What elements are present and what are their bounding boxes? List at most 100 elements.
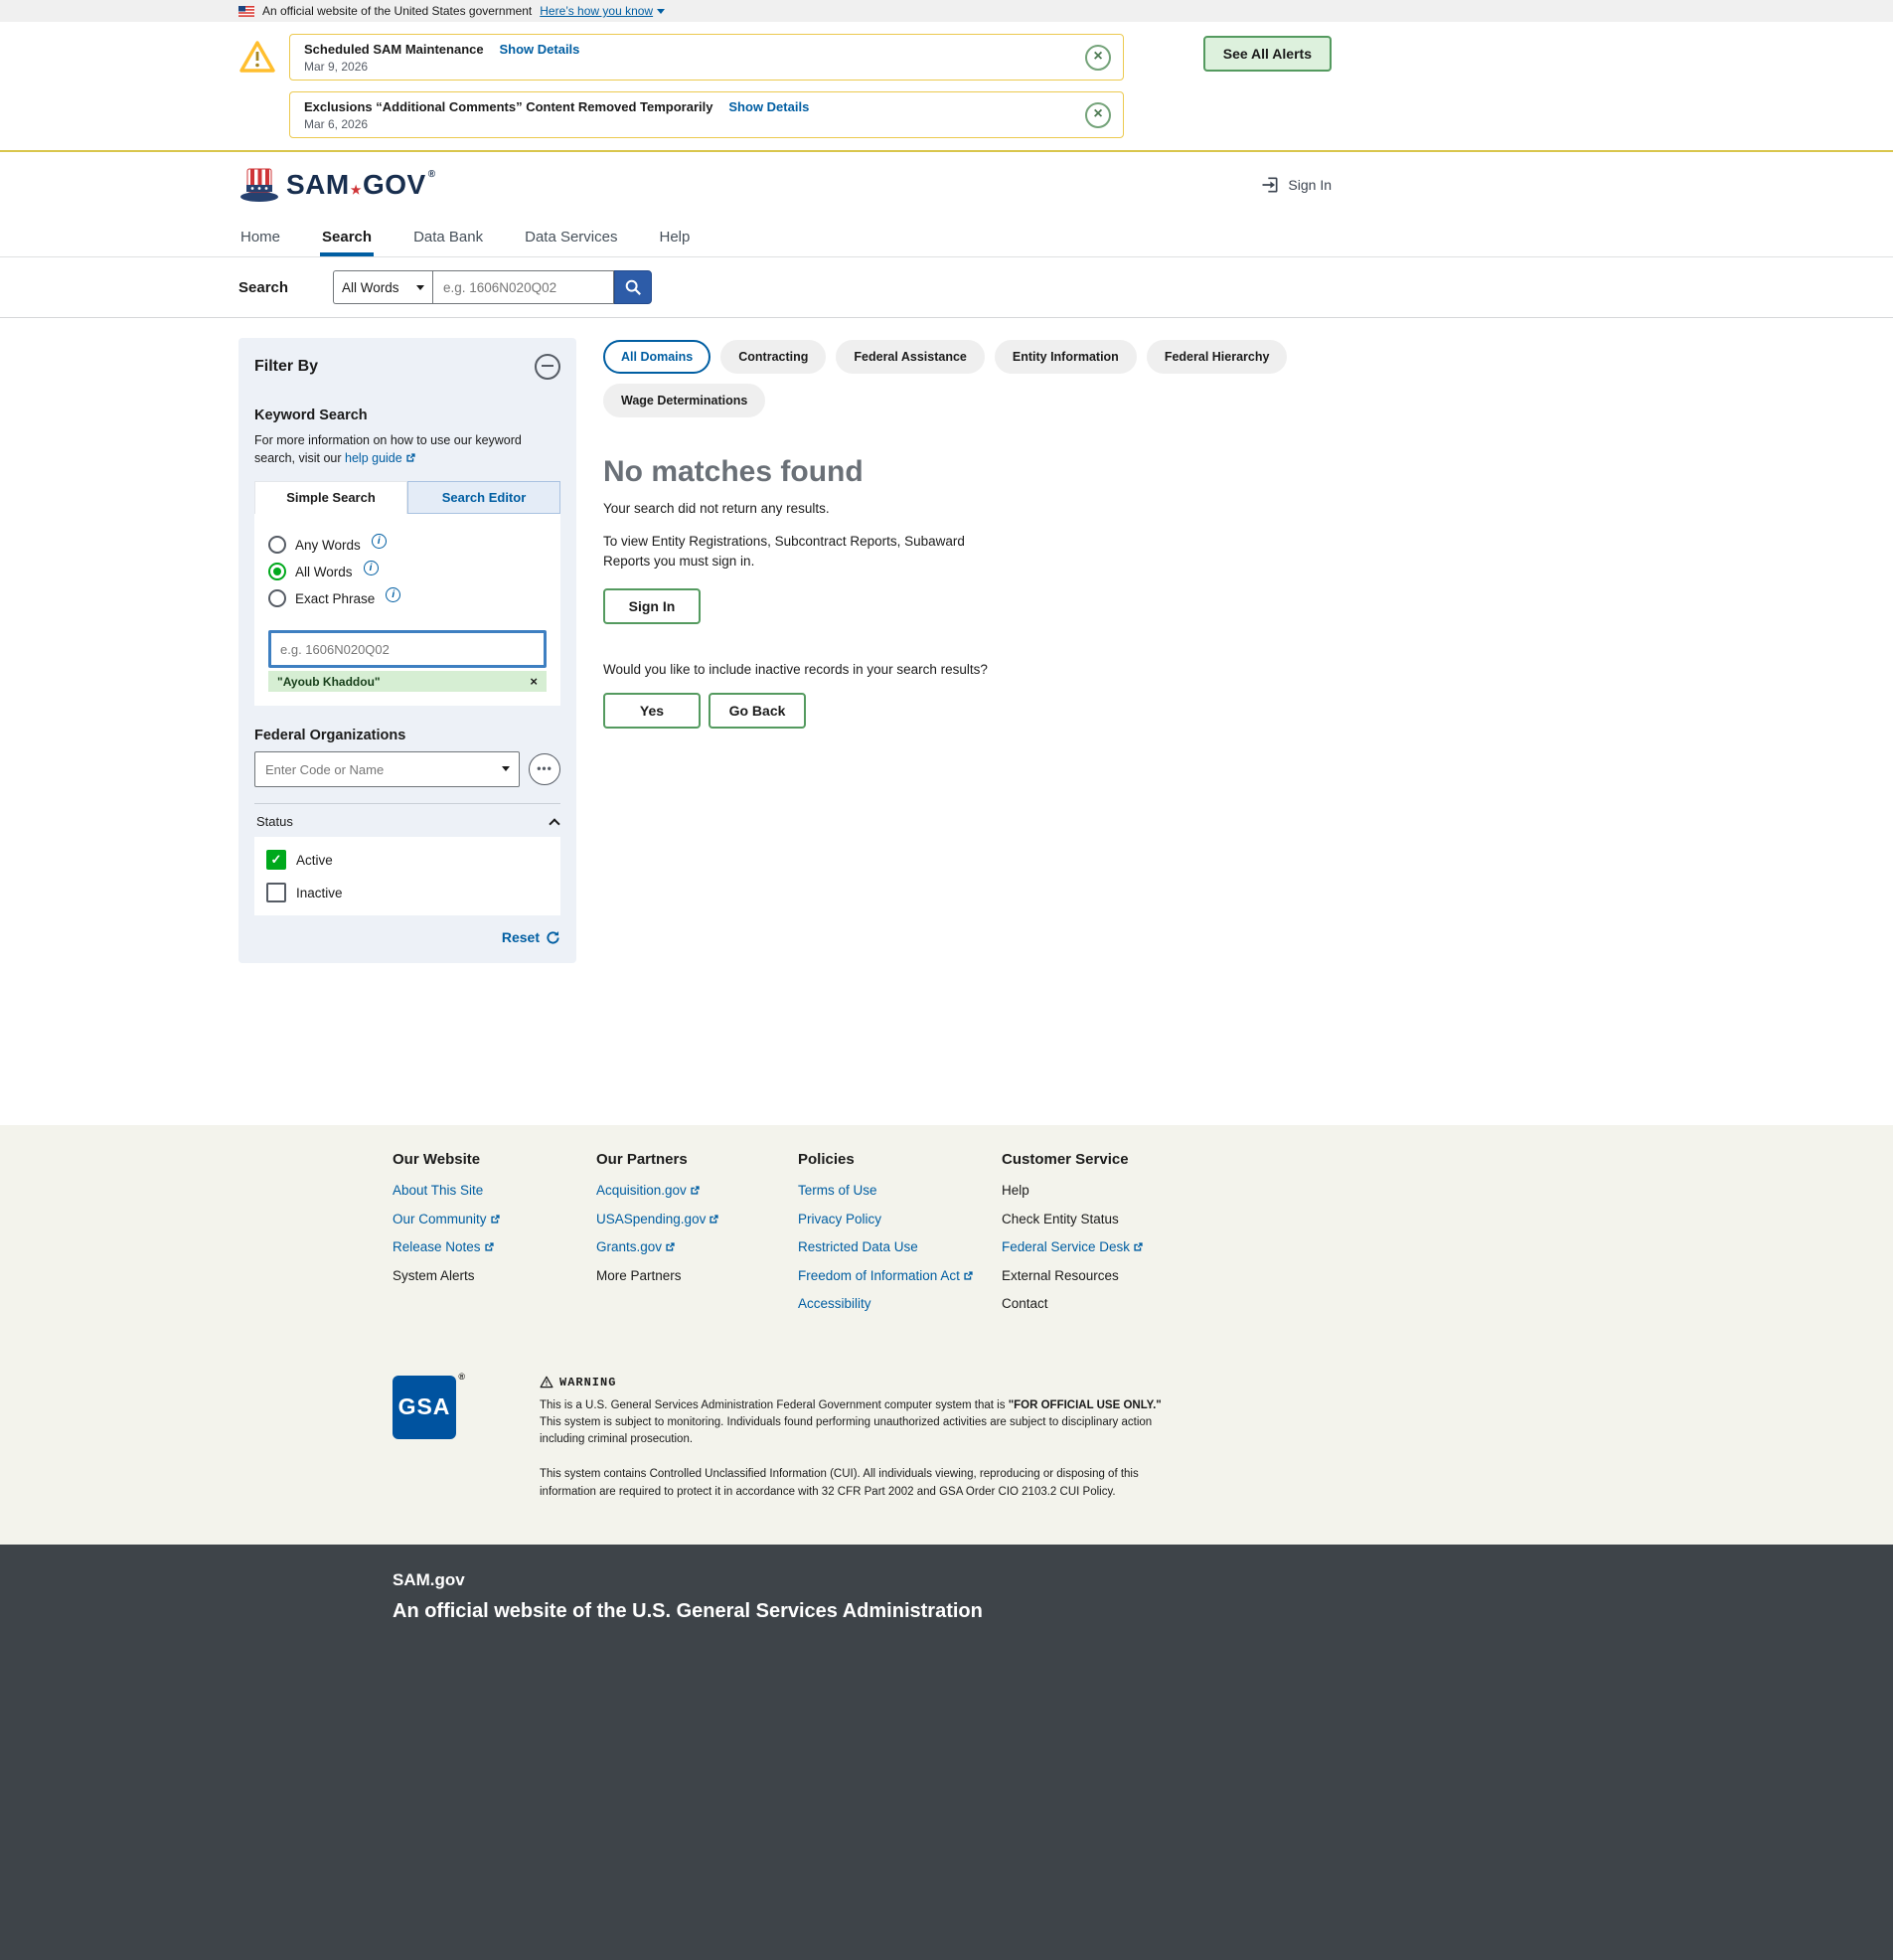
footer-link-acquisition-gov[interactable]: Acquisition.gov xyxy=(596,1184,798,1198)
info-icon[interactable] xyxy=(364,561,379,575)
checkbox-unchecked-icon xyxy=(266,883,286,902)
alert-title: Scheduled SAM Maintenance xyxy=(304,42,484,57)
footer-link-release-notes[interactable]: Release Notes xyxy=(393,1240,596,1254)
alert-close-icon[interactable] xyxy=(1085,102,1111,128)
footer-link-accessibility[interactable]: Accessibility xyxy=(798,1297,1002,1311)
chevron-up-icon xyxy=(549,818,559,829)
external-link-icon xyxy=(484,1241,495,1252)
external-link-icon xyxy=(665,1241,676,1252)
identifier-title: SAM.gov xyxy=(393,1570,1332,1590)
sign-in-note: To view Entity Registrations, Subcontrac… xyxy=(603,532,1001,571)
footer-heading: Our Website xyxy=(393,1151,596,1168)
federal-org-input[interactable] xyxy=(254,751,520,787)
tab-simple-search[interactable]: Simple Search xyxy=(254,481,407,514)
footer-link-usaspending-gov[interactable]: USASpending.gov xyxy=(596,1213,798,1226)
sign-in-label: Sign In xyxy=(1288,177,1332,193)
header-sign-in-link[interactable]: Sign In xyxy=(1260,175,1332,195)
top-search-input[interactable] xyxy=(432,270,614,304)
footer-link-privacy-policy[interactable]: Privacy Policy xyxy=(798,1213,1002,1226)
footer-link-restricted-data-use[interactable]: Restricted Data Use xyxy=(798,1240,1002,1254)
radio-exact-phrase[interactable]: Exact Phrase xyxy=(268,589,547,607)
no-matches-subtitle: Your search did not return any results. xyxy=(603,501,1332,516)
warning-triangle-icon xyxy=(238,40,276,74)
primary-nav: Home Search Data Bank Data Services Help xyxy=(0,216,1893,257)
gsa-logo: GSA ® xyxy=(393,1376,456,1439)
footer-link-help[interactable]: Help xyxy=(1002,1184,1205,1198)
chevron-down-icon xyxy=(416,285,424,290)
pill-all-domains[interactable]: All Domains xyxy=(603,340,710,374)
warning-triangle-icon xyxy=(540,1376,553,1388)
pill-federal-assistance[interactable]: Federal Assistance xyxy=(836,340,984,374)
warning-title: WARNING xyxy=(559,1376,616,1389)
pill-entity-information[interactable]: Entity Information xyxy=(995,340,1137,374)
footer-link-federal-service-desk[interactable]: Federal Service Desk xyxy=(1002,1240,1205,1254)
info-icon[interactable] xyxy=(372,534,387,549)
alert-show-details-link[interactable]: Show Details xyxy=(499,42,579,57)
radio-circle xyxy=(268,589,286,607)
nav-item-data-bank[interactable]: Data Bank xyxy=(411,216,485,256)
footer-col-policies: Policies Terms of Use Privacy Policy Res… xyxy=(798,1151,1002,1326)
sign-in-button[interactable]: Sign In xyxy=(603,588,701,624)
yes-button[interactable]: Yes xyxy=(603,693,701,729)
alert-item: Exclusions “Additional Comments” Content… xyxy=(289,91,1124,138)
footer-link-more-partners[interactable]: More Partners xyxy=(596,1269,798,1283)
footer-link-system-alerts[interactable]: System Alerts xyxy=(393,1269,596,1283)
go-back-button[interactable]: Go Back xyxy=(709,693,806,729)
reset-icon[interactable] xyxy=(546,930,560,945)
pill-contracting[interactable]: Contracting xyxy=(720,340,826,374)
collapse-filters-icon[interactable] xyxy=(535,354,560,380)
external-link-icon xyxy=(1133,1241,1144,1252)
filter-by-title: Filter By xyxy=(254,358,318,376)
search-mode-select[interactable]: All Words xyxy=(333,270,432,304)
external-link-icon xyxy=(690,1185,701,1196)
nav-item-help[interactable]: Help xyxy=(657,216,692,256)
footer-link-terms-of-use[interactable]: Terms of Use xyxy=(798,1184,1002,1198)
footer-link-our-community[interactable]: Our Community xyxy=(393,1213,596,1226)
radio-all-words[interactable]: All Words xyxy=(268,563,547,580)
pill-federal-hierarchy[interactable]: Federal Hierarchy xyxy=(1147,340,1288,374)
checkbox-inactive[interactable]: Inactive xyxy=(266,883,549,902)
chevron-down-icon xyxy=(657,9,665,14)
footer-link-check-entity-status[interactable]: Check Entity Status xyxy=(1002,1213,1205,1226)
sign-in-icon xyxy=(1260,175,1280,195)
footer-link-contact[interactable]: Contact xyxy=(1002,1297,1205,1311)
alert-date: Mar 9, 2026 xyxy=(304,60,1085,74)
federal-org-more-icon[interactable] xyxy=(529,753,560,785)
nav-item-data-services[interactable]: Data Services xyxy=(523,216,619,256)
top-search-row: Search All Words xyxy=(0,257,1893,318)
footer-link-grants-gov[interactable]: Grants.gov xyxy=(596,1240,798,1254)
tab-search-editor[interactable]: Search Editor xyxy=(407,481,560,514)
gov-banner-how-link[interactable]: Here’s how you know xyxy=(540,4,665,18)
footer-link-about-this-site[interactable]: About This Site xyxy=(393,1184,596,1198)
footer-link-foia[interactable]: Freedom of Information Act xyxy=(798,1269,1002,1283)
brand-star-icon xyxy=(350,183,363,197)
status-section-header[interactable]: Status xyxy=(254,803,560,837)
no-matches-title: No matches found xyxy=(603,455,1332,489)
help-guide-link[interactable]: help guide xyxy=(345,451,416,465)
chip-remove-icon[interactable] xyxy=(530,674,538,689)
external-link-icon xyxy=(709,1214,719,1225)
alert-show-details-link[interactable]: Show Details xyxy=(728,99,809,114)
nav-item-search[interactable]: Search xyxy=(320,216,374,256)
footer-heading: Customer Service xyxy=(1002,1151,1205,1168)
pill-wage-determinations[interactable]: Wage Determinations xyxy=(603,384,765,417)
reset-filters-link[interactable]: Reset xyxy=(502,929,540,945)
footer-link-external-resources[interactable]: External Resources xyxy=(1002,1269,1205,1283)
identifier-subtitle: An official website of the U.S. General … xyxy=(393,1600,1332,1623)
radio-any-words[interactable]: Any Words xyxy=(268,536,547,554)
external-link-icon xyxy=(963,1270,974,1281)
nav-item-home[interactable]: Home xyxy=(238,216,282,256)
status-options-panel: Active Inactive xyxy=(254,837,560,915)
sam-gov-logo[interactable]: SAMGOV® xyxy=(238,167,436,203)
info-icon[interactable] xyxy=(386,587,400,602)
keyword-search-input[interactable] xyxy=(268,630,547,668)
checkbox-label: Inactive xyxy=(296,886,343,900)
alert-stack: Scheduled SAM Maintenance Show Details M… xyxy=(289,34,1124,138)
footer-col-our-website: Our Website About This Site Our Communit… xyxy=(393,1151,596,1326)
checkbox-active[interactable]: Active xyxy=(266,850,549,870)
chevron-down-icon[interactable] xyxy=(502,766,510,771)
alert-close-icon[interactable] xyxy=(1085,45,1111,71)
warning-paragraph-2: This system contains Controlled Unclassi… xyxy=(540,1466,1183,1501)
see-all-alerts-button[interactable]: See All Alerts xyxy=(1203,36,1332,72)
search-submit-button[interactable] xyxy=(614,270,652,304)
